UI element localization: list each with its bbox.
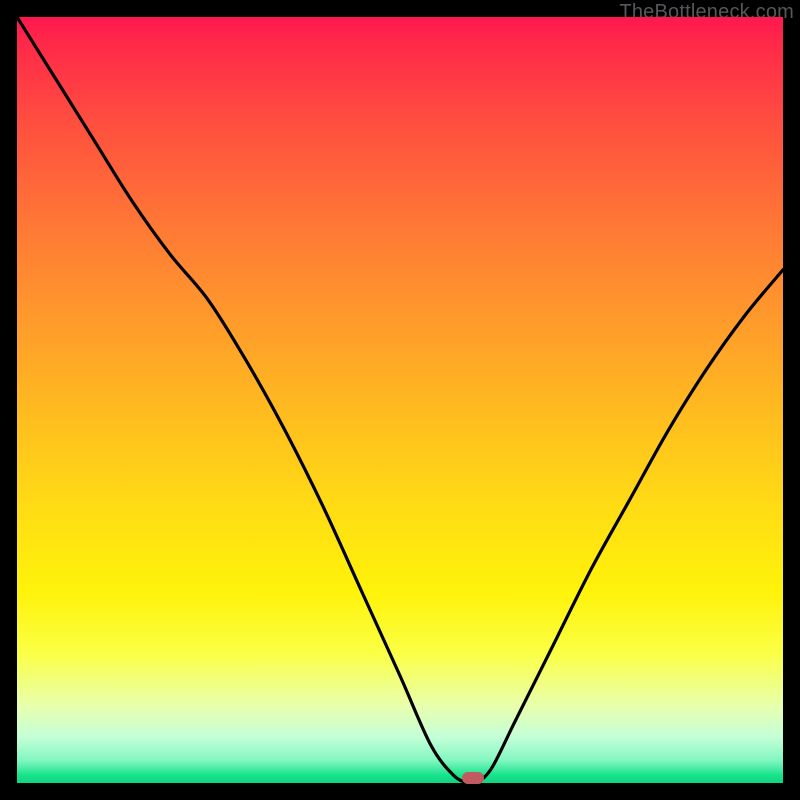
bottleneck-curve bbox=[17, 17, 783, 783]
curve-path bbox=[17, 17, 783, 783]
optimal-point-marker bbox=[462, 772, 484, 784]
plot-area bbox=[17, 17, 783, 783]
chart-frame: TheBottleneck.com bbox=[0, 0, 800, 800]
